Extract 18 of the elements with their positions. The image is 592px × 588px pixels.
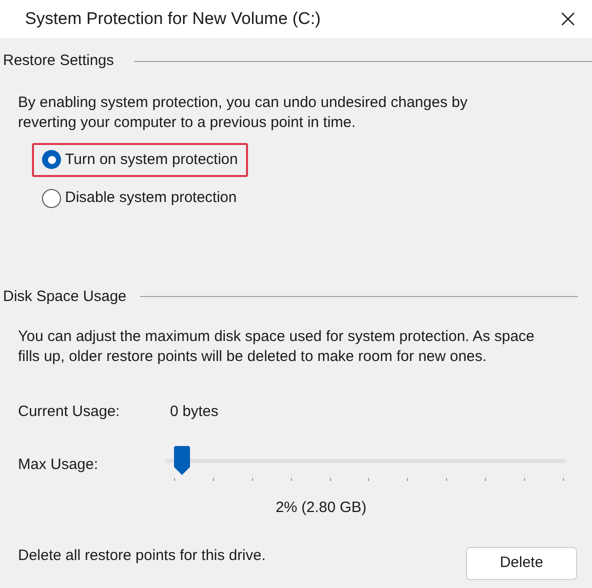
- max-usage-label: Max Usage:: [18, 454, 100, 474]
- current-usage-label: Current Usage:: [18, 402, 121, 422]
- description-text: By enabling system protection, you can undo undesired changes by reverting your computer to a previous point in time.: [18, 92, 468, 132]
- slider-thumb[interactable]: [173, 446, 191, 476]
- radio-button[interactable]: [42, 188, 61, 208]
- current-usage-value: 0 bytes: [170, 402, 218, 422]
- radio-option[interactable]: Disable system protection: [42, 187, 237, 210]
- close-icon: [560, 11, 576, 27]
- section-heading: Restore Settings: [3, 51, 114, 71]
- delete-button[interactable]: Delete: [466, 547, 577, 580]
- description-text: You can adjust the maximum disk space used for system protection. As space fills up, older restore points will be deleted to make room for new ones.: [18, 327, 536, 367]
- radio-option[interactable]: Turn on system protection: [42, 148, 238, 171]
- delete-note: Delete all restore points for this drive.: [18, 546, 266, 566]
- usage-slider[interactable]: [166, 446, 566, 476]
- window-title: System Protection for New Volume (C:): [25, 8, 321, 30]
- radio-button[interactable]: [42, 150, 61, 170]
- section-heading: Disk Space Usage: [3, 286, 126, 306]
- max-usage-reading: 2% (2.80 GB): [276, 498, 366, 518]
